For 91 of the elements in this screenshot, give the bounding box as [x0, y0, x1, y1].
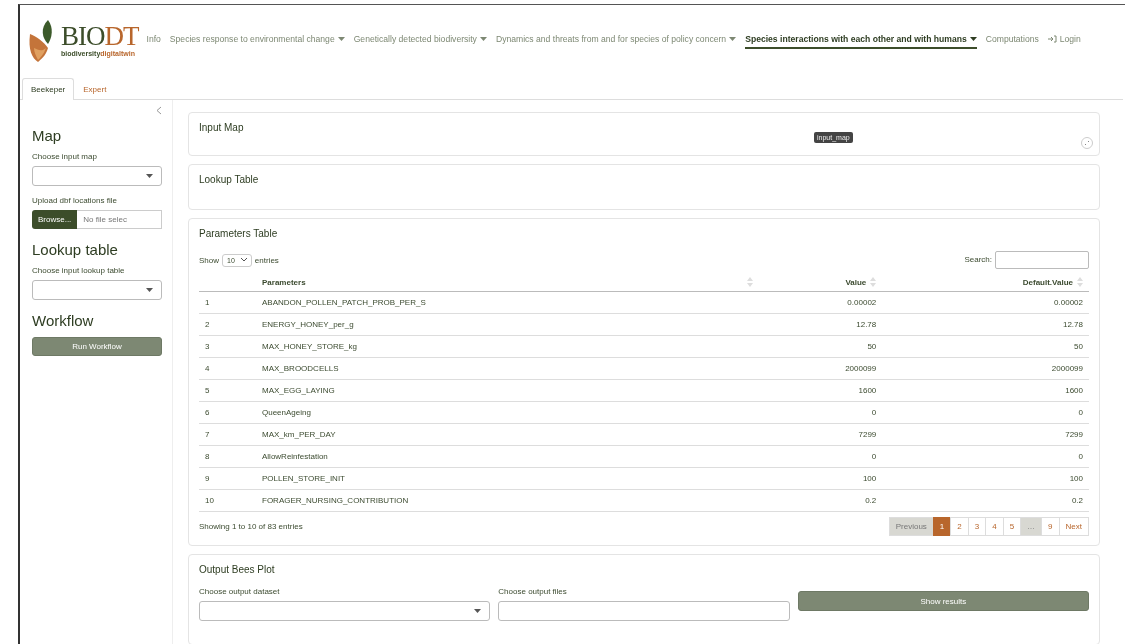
field-label: Upload dbf locations file [32, 196, 118, 205]
table-cell: 12.78 [1062, 320, 1083, 329]
expand-icon[interactable] [1081, 137, 1093, 149]
table-cell: ABANDON_POLLEN_PATCH_PROB_PER_S [262, 298, 426, 307]
section-heading: Map [32, 127, 63, 144]
table-cell: 10 [205, 496, 214, 505]
tab[interactable]: Expert [74, 78, 116, 100]
table-cell: 3 [205, 342, 210, 351]
table-cell: 0 [1078, 408, 1083, 417]
search-field[interactable] [995, 251, 1089, 269]
files-field[interactable] [498, 601, 790, 621]
column-header: Parameters [262, 277, 306, 287]
table-cell: 100 [1069, 474, 1083, 483]
file-field[interactable]: No file selec [77, 210, 162, 229]
nav-link[interactable]: Dynamics and threats from and for species of policy concern [495, 31, 737, 49]
panel-title: Input Map [199, 122, 245, 133]
table-cell: POLLEN_STORE_INIT [262, 474, 345, 483]
table-cell: 8 [205, 452, 210, 461]
table-cell: 0 [871, 408, 877, 417]
table-cell: 50 [1074, 342, 1083, 351]
table-cell: 5 [205, 386, 210, 395]
show-label: Show [199, 255, 219, 265]
table-cell: 0 [871, 452, 877, 461]
select-field[interactable] [32, 166, 162, 186]
table-cell: ENERGY_HONEY_per_g [262, 320, 354, 329]
sort-icon[interactable] [746, 277, 753, 287]
column-header: Value [845, 277, 867, 287]
table-cell: 1600 [1065, 386, 1083, 395]
table-cell: 0.2 [865, 496, 877, 505]
table-cell: FORAGER_NURSING_CONTRIBUTION [262, 496, 409, 505]
table-cell: 2000099 [1051, 364, 1083, 373]
show-results-button[interactable]: Show results [797, 591, 1089, 611]
nav-link[interactable]: Genetically detected biodiversity [353, 31, 487, 49]
table-cell: 7 [205, 430, 210, 439]
chevron-down-icon [240, 258, 247, 262]
login-icon [1047, 35, 1057, 43]
browse-button[interactable]: Browse... [32, 210, 78, 229]
table-cell: 12.78 [856, 320, 877, 329]
table-cell: 1600 [858, 386, 877, 395]
field-label: Choose input lookup table [32, 266, 126, 275]
entries-label: entries [254, 255, 279, 265]
caret-icon [146, 174, 153, 178]
sort-icon[interactable] [870, 277, 877, 287]
nav-link[interactable]: Species response to environmental change [169, 31, 345, 49]
table-cell: 7299 [1065, 430, 1083, 439]
table-cell: 7299 [858, 430, 877, 439]
panel-title: Output Bees Plot [199, 564, 276, 575]
table-cell: 0 [1078, 452, 1083, 461]
tab[interactable]: Beekeper [22, 78, 75, 100]
table-info: Showing 1 to 10 of 83 entries [199, 522, 303, 531]
table-cell: 6 [205, 408, 210, 417]
field-label: Choose input map [32, 152, 98, 161]
table-cell: 4 [205, 364, 210, 373]
page-button[interactable]: Next [1058, 517, 1089, 536]
field-label: Choose output dataset [199, 587, 281, 596]
table-cell: 50 [867, 342, 877, 351]
page-button[interactable]: 4 [985, 517, 1004, 536]
caret-icon [474, 609, 482, 613]
panel-title: Parameters Table [199, 228, 279, 239]
run-workflow-button[interactable]: Run Workflow [32, 337, 162, 356]
table-cell: 0.2 [1071, 496, 1083, 505]
table-cell: 2 [205, 320, 210, 329]
collapse-icon[interactable] [156, 106, 162, 115]
table-cell: MAX_EGG_LAYING [262, 386, 335, 395]
panel-title: Lookup Table [199, 174, 260, 185]
nav-link[interactable]: Species interactions with each other and with humans [745, 31, 977, 49]
table-cell: MAX_HONEY_STORE_kg [262, 342, 357, 351]
select-field[interactable] [32, 280, 162, 300]
table-cell: 9 [205, 474, 210, 483]
nav-link[interactable]: Computations [985, 31, 1039, 49]
caret-icon [146, 288, 153, 292]
field-label: Choose output files [498, 587, 568, 596]
table-cell: QueenAgeing [262, 408, 311, 417]
table-cell: MAX_km_PER_DAY [262, 430, 336, 439]
page-button[interactable]: 9 [1041, 517, 1060, 536]
table-cell: 0.00002 [1054, 298, 1083, 307]
nav-link[interactable]: Login [1047, 31, 1081, 49]
sort-icon[interactable] [1077, 277, 1083, 287]
column-header: Default.Value [1022, 277, 1073, 287]
section-heading: Workflow [32, 312, 95, 329]
page-button[interactable]: 2 [950, 517, 969, 536]
table-cell: AllowReinfestation [262, 452, 328, 461]
dataset-select[interactable] [199, 601, 491, 621]
section-heading: Lookup table [32, 241, 119, 258]
table-cell: 1 [205, 298, 210, 307]
table-cell: 2000099 [845, 364, 877, 373]
search-label: Search: [964, 255, 992, 265]
nav-link[interactable]: Info [146, 31, 161, 49]
table-cell: MAX_BROODCELLS [262, 364, 339, 373]
table-cell: 0.00002 [847, 298, 877, 307]
table-cell: 100 [862, 474, 877, 483]
